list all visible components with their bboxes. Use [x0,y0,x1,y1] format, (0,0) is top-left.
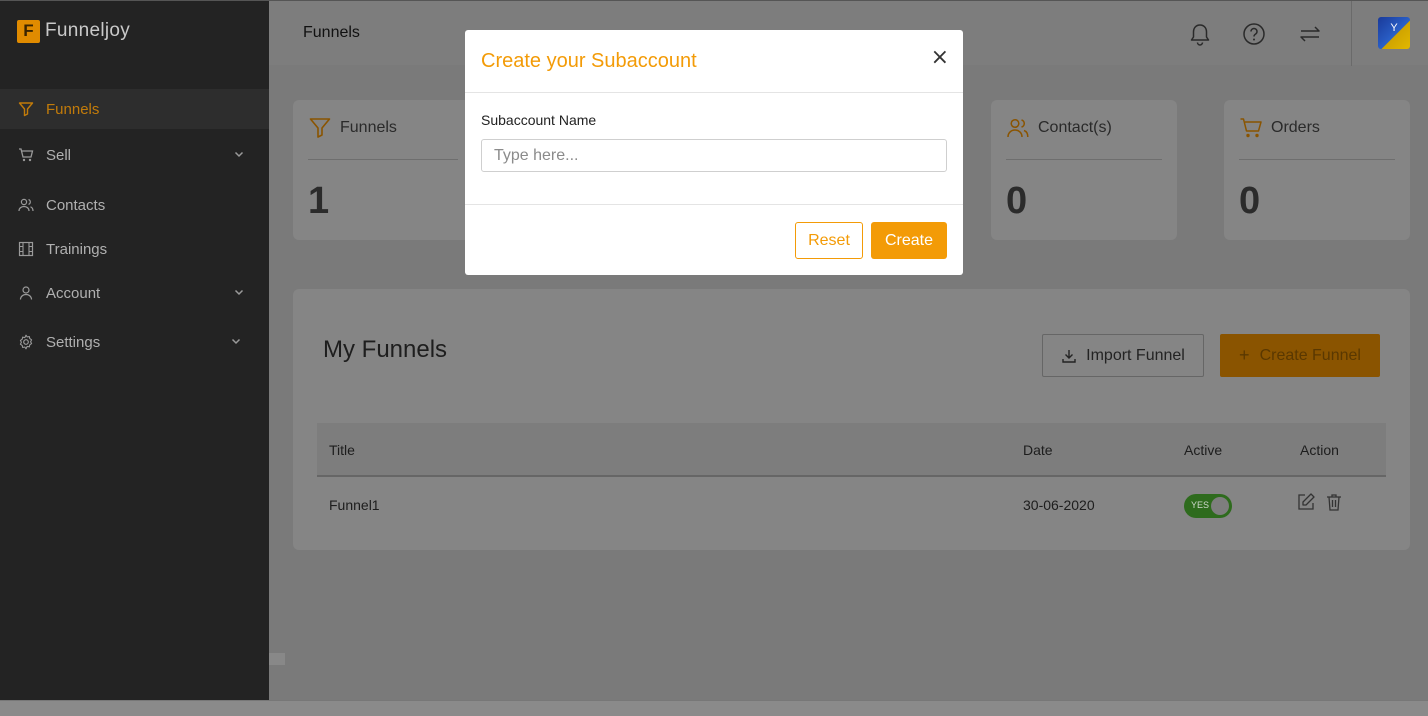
cart-icon [1240,118,1262,138]
sidebar-item-trainings[interactable]: Trainings [0,229,269,269]
avatar[interactable]: Y [1378,17,1410,49]
sidebar-item-label: Trainings [46,240,108,258]
stat-card-orders: Orders 0 [1224,100,1410,240]
footer-strip [0,700,1428,716]
switch-icon[interactable] [1297,21,1323,47]
modal-header: Create your Subaccount × [465,30,963,93]
create-funnel-button[interactable]: + Create Funnel [1220,334,1380,377]
stat-label: Funnels [340,119,397,136]
topbar-divider [1351,1,1352,66]
stat-label: Contact(s) [1038,119,1112,136]
sidebar-nav: Funnels Sell Contacts Trainings Account … [0,89,269,362]
table-header: Title Date Active Action [317,423,1386,477]
button-label: Create Funnel [1259,346,1361,364]
stat-value: 1 [308,180,330,222]
sidebar-item-label: Funnels [46,100,100,118]
stat-label: Orders [1271,119,1320,136]
brand-logo: F [17,19,40,43]
stat-header: Contact(s) [1006,116,1112,140]
subaccount-name-label: Subaccount Name [481,112,597,128]
my-funnels-panel: My Funnels Import Funnel + Create Funnel… [293,289,1410,550]
gear-icon [18,334,34,350]
sidebar-item-label: Contacts [46,196,106,214]
download-icon [1062,349,1076,363]
user-icon [18,285,34,301]
edit-icon[interactable] [1296,492,1316,512]
sidebar-item-funnels[interactable]: Funnels [0,89,269,129]
stat-value: 0 [1239,180,1261,222]
sidebar-item-label: Sell [46,146,72,164]
create-button[interactable]: Create [871,222,947,259]
film-icon [18,241,34,257]
page-title: Funnels [303,24,360,41]
sidebar-item-label: Account [46,284,101,302]
column-header-action: Action [1300,442,1339,458]
sidebar-item-sell[interactable]: Sell [0,135,269,175]
toggle-knob [1211,497,1229,515]
stat-value: 0 [1006,180,1028,222]
brand-name: Funneljoy [45,20,131,41]
active-toggle[interactable]: YES [1184,494,1232,518]
plus-icon: + [1239,345,1250,365]
trash-icon[interactable] [1324,492,1344,512]
filter-icon [18,101,34,117]
import-funnel-button[interactable]: Import Funnel [1042,334,1204,377]
chevron-down-icon [231,338,241,345]
column-header-active[interactable]: Active [1184,442,1222,458]
funnel-title-link[interactable]: Funnel1 [329,497,380,513]
subaccount-name-input[interactable] [481,139,947,172]
cart-icon [18,147,34,163]
button-label: Import Funnel [1086,346,1185,364]
close-button[interactable]: × [931,46,949,70]
brand[interactable]: F Funneljoy [17,19,130,43]
stat-header: Orders [1239,116,1320,140]
toggle-label: YES [1191,500,1210,510]
modal-footer-divider [465,204,963,205]
sidebar-item-contacts[interactable]: Contacts [0,185,269,225]
column-header-date[interactable]: Date [1023,442,1053,458]
modal-title: Create your Subaccount [481,50,697,72]
users-icon [1007,118,1029,138]
help-icon[interactable] [1241,21,1267,47]
divider [1239,159,1395,160]
filter-icon [309,118,331,138]
users-icon [18,197,34,213]
stat-card-funnels: Funnels 1 [293,100,473,240]
column-header-title[interactable]: Title [329,442,355,458]
reset-button[interactable]: Reset [795,222,863,259]
divider [1006,159,1162,160]
stat-card-contacts: Contact(s) 0 [991,100,1177,240]
chevron-down-icon [234,289,244,296]
bell-icon[interactable] [1187,21,1213,47]
sidebar-item-label: Settings [46,333,101,351]
sidebar: F Funneljoy Funnels Sell Contacts Traini… [0,0,269,700]
funnel-date: 30-06-2020 [1023,497,1095,513]
divider [308,159,458,160]
scroll-stub [269,653,285,665]
stat-header: Funnels [308,116,397,140]
chevron-down-icon [234,151,244,158]
sidebar-item-settings[interactable]: Settings [0,322,269,362]
sidebar-item-account[interactable]: Account [0,273,269,313]
panel-title: My Funnels [323,336,448,363]
create-subaccount-modal: Create your Subaccount × Subaccount Name… [465,30,963,275]
